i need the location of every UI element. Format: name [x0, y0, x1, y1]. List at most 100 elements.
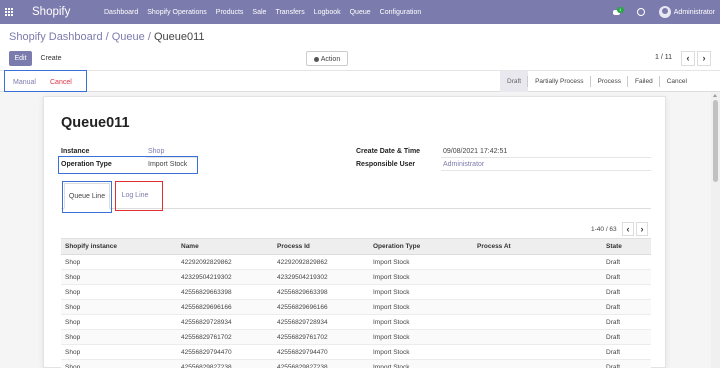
stage-failed[interactable]: Failed	[626, 71, 660, 92]
chat-icon[interactable]: 1	[612, 6, 624, 16]
menu-queue[interactable]: Queue	[350, 9, 371, 16]
cell-instance: Shop	[61, 299, 177, 315]
breadcrumb-dashboard[interactable]: Shopify Dashboard	[9, 31, 103, 43]
table-row[interactable]: Shop 42292092829862 42292092829862 Impor…	[61, 254, 651, 270]
breadcrumb-current: Queue011	[153, 31, 205, 43]
col-operation-type[interactable]: Operation Type	[369, 238, 473, 255]
operation-type-value: Import Stock	[148, 161, 188, 168]
cancel-button[interactable]: Cancel	[44, 74, 78, 91]
table-row[interactable]: Shop 42556829696166 42556829696166 Impor…	[61, 299, 651, 315]
cell-operation-type: Import Stock	[369, 254, 473, 270]
cell-process-at	[473, 254, 602, 270]
clock-icon[interactable]	[636, 8, 645, 16]
menu-dashboard[interactable]: Dashboard	[104, 9, 138, 16]
col-process-id[interactable]: Process Id	[273, 238, 369, 255]
col-shopify-instance[interactable]: Shopify instance	[61, 238, 177, 255]
instance-label: Instance	[61, 148, 90, 155]
cell-instance: Shop	[61, 269, 177, 285]
responsible-value[interactable]: Administrator	[443, 161, 484, 168]
stage-cancel[interactable]: Cancel	[658, 71, 694, 92]
gear-icon	[313, 56, 319, 62]
cell-process-at	[473, 299, 602, 315]
cell-operation-type: Import Stock	[369, 299, 473, 315]
statusbar: Manual Cancel Draft Partially Process Pr…	[0, 70, 720, 92]
chat-badge: 1	[616, 6, 624, 13]
cell-name: 42292092829862	[177, 254, 273, 270]
table-next-button[interactable]: ›	[636, 222, 648, 236]
cell-state: Draft	[602, 359, 651, 368]
table-row[interactable]: Shop 42556829827238 42556829827238 Impor…	[61, 359, 651, 368]
cell-name: 42556829696166	[177, 299, 273, 315]
tab-queue-line[interactable]: Queue Line	[64, 183, 110, 209]
col-name[interactable]: Name	[177, 238, 273, 255]
menu-sale[interactable]: Sale	[252, 9, 266, 16]
menu-configuration[interactable]: Configuration	[380, 9, 422, 16]
cell-process-id: 42556829696166	[273, 299, 369, 315]
col-state[interactable]: State	[602, 238, 651, 255]
cell-state: Draft	[602, 269, 651, 285]
cell-operation-type: Import Stock	[369, 314, 473, 330]
cell-process-id: 42556829663398	[273, 284, 369, 300]
table-row[interactable]: Shop 42556829663398 42556829663398 Impor…	[61, 284, 651, 300]
action-button[interactable]: Action	[306, 51, 348, 66]
col-process-at[interactable]: Process At	[473, 238, 602, 255]
cell-name: 42556829761702	[177, 329, 273, 345]
cell-state: Draft	[602, 344, 651, 360]
cell-state: Draft	[602, 329, 651, 345]
stage-process[interactable]: Process	[589, 71, 628, 92]
scroll-thumb[interactable]	[713, 100, 718, 182]
table-row[interactable]: Shop 42556829761702 42556829761702 Impor…	[61, 329, 651, 345]
avatar[interactable]	[658, 6, 671, 18]
cell-process-id: 42556829827238	[273, 359, 369, 368]
cell-operation-type: Import Stock	[369, 359, 473, 368]
breadcrumb-queue[interactable]: Queue	[112, 31, 145, 43]
scroll-up-icon[interactable]	[713, 94, 717, 97]
stage-draft[interactable]: Draft	[500, 71, 529, 92]
table-header-row: Shopify instance Name Process Id Operati…	[61, 238, 651, 255]
create-date-value: 09/08/2021 17:42:51	[443, 148, 508, 155]
menu-shopify-operations[interactable]: Shopify Operations	[147, 9, 207, 16]
table-pager[interactable]: 1-40 / 63	[591, 226, 617, 233]
table-row[interactable]: Shop 42556829794470 42556829794470 Impor…	[61, 344, 651, 360]
cell-process-id: 42292092829862	[273, 254, 369, 270]
cell-process-id: 42556829728934	[273, 314, 369, 330]
form-sheet: Queue011 Instance Shop Operation Type Im…	[43, 96, 666, 368]
cell-process-at	[473, 359, 602, 368]
status-stages: Draft Partially Process Process Failed C…	[500, 71, 694, 92]
cell-name: 42556829794470	[177, 344, 273, 360]
cell-instance: Shop	[61, 359, 177, 368]
instance-value[interactable]: Shop	[148, 148, 164, 155]
menu-logbook[interactable]: Logbook	[314, 9, 341, 16]
manual-button[interactable]: Manual	[5, 74, 44, 91]
create-button[interactable]: Create	[35, 51, 67, 66]
menu-products[interactable]: Products	[216, 9, 244, 16]
edit-button[interactable]: Edit	[9, 51, 32, 66]
pager-prev-button[interactable]: ‹	[681, 51, 695, 66]
apps-grid-icon[interactable]	[5, 8, 19, 16]
cell-state: Draft	[602, 284, 651, 300]
cell-instance: Shop	[61, 329, 177, 345]
top-navbar: Shopify Dashboard Shopify Operations Pro…	[0, 0, 720, 24]
queue-line-table: Shopify instance Name Process Id Operati…	[61, 238, 651, 368]
user-menu[interactable]: Administrator	[674, 9, 715, 16]
table-row[interactable]: Shop 42329504219302 42329504219302 Impor…	[61, 269, 651, 285]
action-label: Action	[320, 56, 341, 63]
cell-instance: Shop	[61, 344, 177, 360]
cell-operation-type: Import Stock	[369, 269, 473, 285]
page-scrollbar[interactable]	[711, 92, 720, 368]
stage-partially-process[interactable]: Partially Process	[527, 71, 590, 92]
cell-instance: Shop	[61, 314, 177, 330]
responsible-underline	[441, 170, 651, 171]
cell-process-at	[473, 284, 602, 300]
menu-transfers[interactable]: Transfers	[275, 9, 304, 16]
breadcrumb: Shopify Dashboard / Queue / Queue011	[9, 31, 205, 43]
table-prev-button[interactable]: ‹	[622, 222, 634, 236]
responsible-label: Responsible User	[356, 161, 416, 168]
cell-process-at	[473, 269, 602, 285]
table-row[interactable]: Shop 42556829728934 42556829728934 Impor…	[61, 314, 651, 330]
cell-state: Draft	[602, 314, 651, 330]
record-pager[interactable]: 1 / 11	[655, 54, 672, 61]
tab-log-line[interactable]: Log Line	[117, 183, 153, 209]
brand-title[interactable]: Shopify	[32, 6, 104, 18]
pager-next-button[interactable]: ›	[697, 51, 711, 66]
